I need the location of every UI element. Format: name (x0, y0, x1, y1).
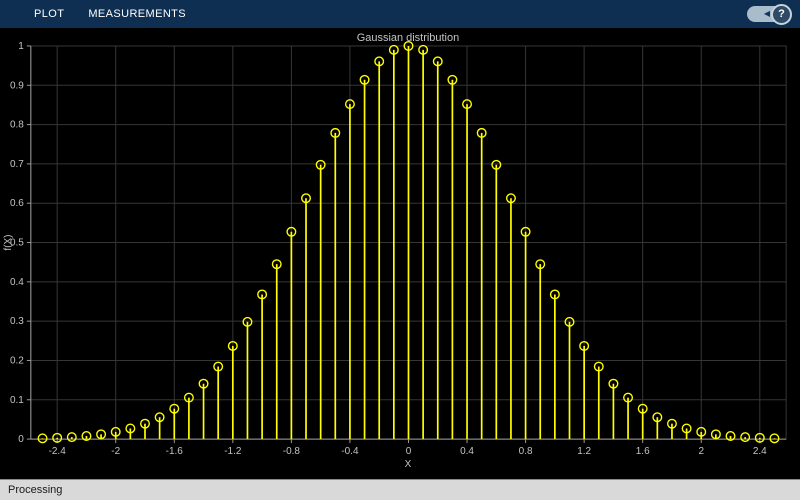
y-tick-label: 0.1 (10, 395, 24, 406)
help-button[interactable]: ? (771, 3, 792, 25)
toolstrip: PLOT MEASUREMENTS ◀ ? (0, 0, 800, 28)
y-tick-label: 0 (18, 434, 24, 445)
x-tick-label: 1.2 (577, 446, 591, 457)
x-tick-label: 1.6 (636, 446, 650, 457)
y-axis-label: f(X) (3, 234, 14, 250)
x-tick-labels: -2.4 -2 -1.6 -1.2 -0.8 -0.4 0 0.4 0.8 1.2 1.6 2 2.4 (49, 446, 768, 457)
x-tick-label: -1.2 (224, 446, 242, 457)
y-tick-label: 0.7 (10, 159, 24, 170)
y-tick-label: 0.2 (10, 355, 24, 366)
tab-measurements[interactable]: MEASUREMENTS (76, 0, 198, 28)
y-tick-label: 0.8 (10, 120, 24, 131)
x-tick-label: -1.6 (166, 446, 184, 457)
tab-plot[interactable]: PLOT (22, 0, 76, 28)
status-text: Processing (8, 484, 63, 496)
chevron-left-icon: ◀ (763, 9, 771, 18)
scope-window: PLOT MEASUREMENTS ◀ ? -2.4 -2 -1.6 -1.2 -0.8… (0, 0, 800, 500)
status-bar: Processing (0, 479, 800, 500)
x-tick-label: -0.8 (283, 446, 301, 457)
x-axis-label: X (405, 459, 412, 470)
plot-title: Gaussian distribution (357, 32, 459, 44)
x-tick-label: 2.4 (753, 446, 767, 457)
x-tick-label: -2 (111, 446, 120, 457)
x-tick-label: 0.4 (460, 446, 474, 457)
y-tick-label: 0.4 (10, 277, 24, 288)
y-tick-label: 0.3 (10, 316, 24, 327)
y-tick-label: 1 (18, 41, 24, 52)
x-tick-label: -0.4 (341, 446, 359, 457)
y-tick-label: 0.9 (10, 80, 24, 91)
y-tick-label: 0.6 (10, 198, 24, 209)
x-tick-label: 0.8 (519, 446, 533, 457)
x-tick-label: 0 (406, 446, 412, 457)
x-tick-label: -2.4 (49, 446, 67, 457)
stem-plot-canvas: -2.4 -2 -1.6 -1.2 -0.8 -0.4 0 0.4 0.8 1.2 1.6 2 2.4 … (0, 28, 800, 479)
x-tick-label: 2 (698, 446, 704, 457)
